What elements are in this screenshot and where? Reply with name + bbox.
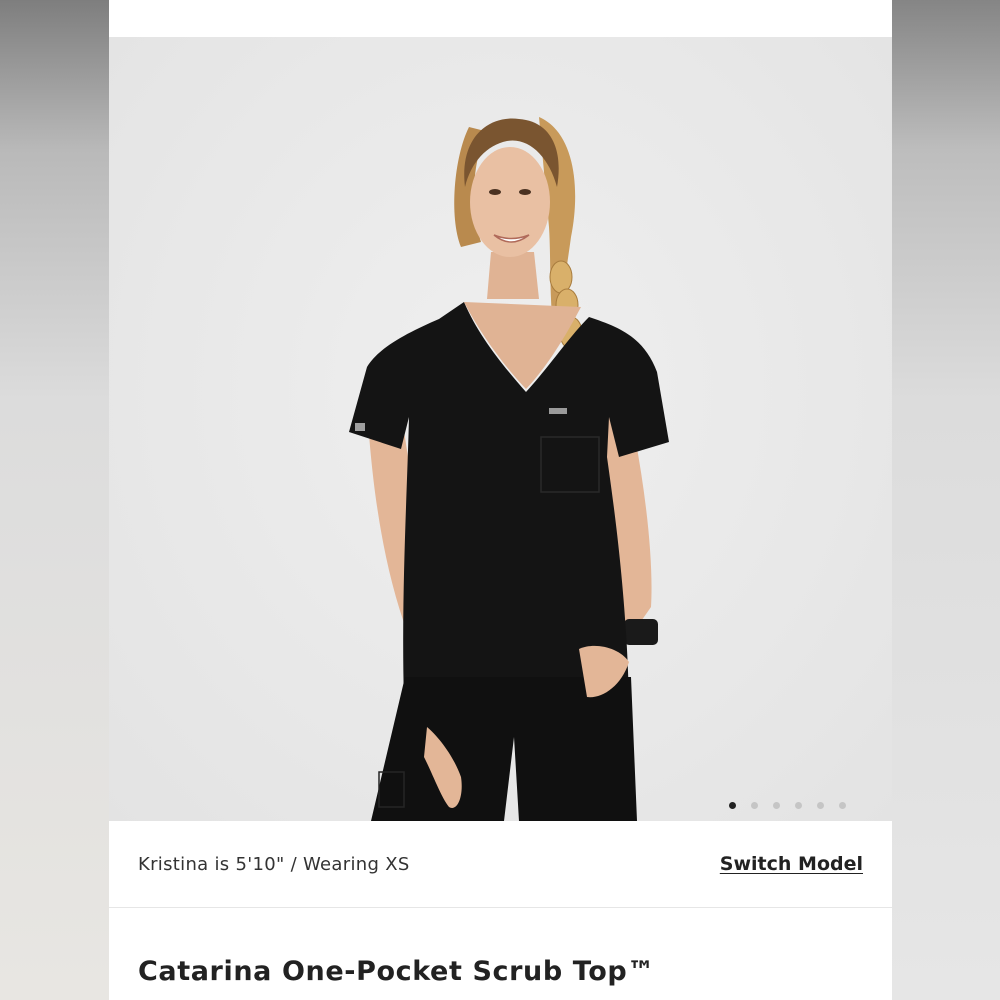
gallery-dot-3[interactable] (773, 802, 780, 809)
background-left-edge (0, 0, 109, 1000)
top-bar (109, 0, 892, 37)
model-info-row: Kristina is 5'10" / Wearing XS Switch Mo… (109, 821, 892, 908)
gallery-dot-5[interactable] (817, 802, 824, 809)
product-page: Kristina is 5'10" / Wearing XS Switch Mo… (109, 0, 892, 1000)
product-photo-model-in-scrub-top (349, 117, 669, 821)
gallery-dot-4[interactable] (795, 802, 802, 809)
gallery-dot-2[interactable] (751, 802, 758, 809)
product-title: Catarina One-Pocket Scrub Top™ (138, 956, 655, 987)
gallery-dot-1[interactable] (729, 802, 736, 809)
background-right-edge (892, 0, 1000, 1000)
gallery-pagination (729, 802, 846, 809)
model-size-info: Kristina is 5'10" / Wearing XS (138, 853, 410, 875)
gallery-dot-6[interactable] (839, 802, 846, 809)
product-image-gallery[interactable] (109, 37, 892, 821)
switch-model-link[interactable]: Switch Model (720, 853, 863, 875)
